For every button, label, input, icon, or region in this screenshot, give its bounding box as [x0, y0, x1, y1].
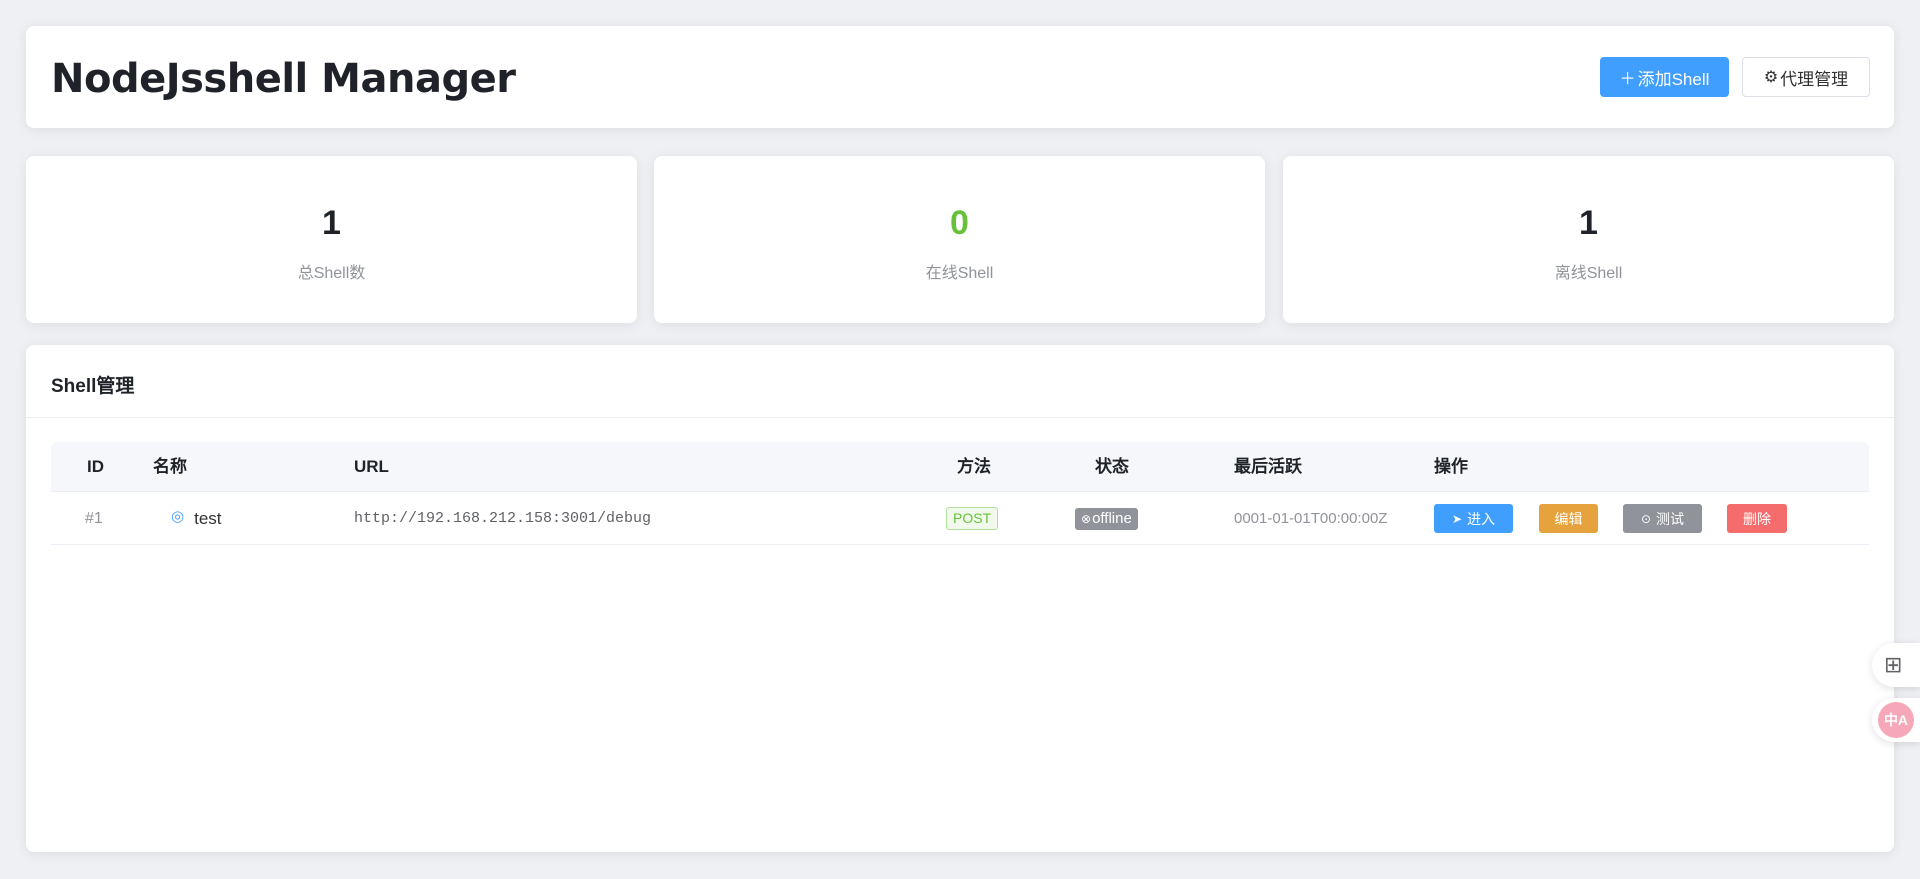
delete-button[interactable]: 删除: [1727, 504, 1787, 533]
status-badge: ⊗ offline: [1075, 507, 1138, 530]
delete-label: 删除: [1743, 510, 1771, 527]
stat-online-value: 0: [950, 204, 969, 242]
send-icon: ➤: [1451, 511, 1463, 526]
circle-x-icon: ⊗: [1081, 511, 1092, 526]
col-status: 状态: [1095, 457, 1129, 476]
stat-online-label: 在线Shell: [925, 265, 994, 282]
table-row: #1 ◎ test http://192.168.212.158:3001/de…: [51, 492, 1869, 545]
col-url: URL: [354, 457, 389, 476]
app-title: NodeJsshell Manager: [51, 56, 516, 102]
gear-icon: ⚙: [1763, 69, 1779, 86]
col-name: 名称: [153, 457, 187, 476]
translate-icon: 中A: [1878, 702, 1914, 738]
translate-float-button[interactable]: 中A: [1872, 698, 1920, 742]
apps-float-button[interactable]: ⊞: [1872, 643, 1920, 687]
row-status-cell: ⊗ offline: [1075, 492, 1138, 545]
stat-total-value: 1: [322, 204, 341, 242]
col-actions: 操作: [1434, 457, 1468, 476]
panel-divider: [26, 417, 1894, 418]
shell-table: ID 名称 URL 方法 状态 最后活跃 操作 #1 ◎ test http:/…: [51, 442, 1869, 545]
stat-online-card: 0 在线Shell: [654, 156, 1265, 323]
test-label: 测试: [1656, 510, 1685, 527]
panel-title: Shell管理: [51, 376, 135, 397]
row-id: #1: [85, 509, 103, 527]
shell-management-panel: Shell管理 ID 名称 URL 方法 状态 最后活跃 操作 #1 ◎ tes…: [26, 345, 1894, 852]
proxy-manage-label: 代理管理: [1780, 69, 1849, 89]
test-button[interactable]: ⊙ 测试: [1623, 504, 1702, 533]
play-circle-icon: ⊙: [1640, 511, 1652, 526]
header-card: NodeJsshell Manager ＋ 添加Shell ⚙ 代理管理: [26, 26, 1894, 128]
row-method-cell: POST: [946, 492, 999, 545]
col-method: 方法: [957, 457, 991, 476]
add-shell-button[interactable]: ＋ 添加Shell: [1600, 57, 1729, 97]
row-url: http://192.168.212.158:3001/debug: [354, 510, 652, 527]
row-name-cell: ◎ test: [171, 492, 222, 545]
apps-icon: ⊞: [1884, 652, 1903, 677]
col-id: ID: [87, 457, 104, 476]
proxy-manage-button[interactable]: ⚙ 代理管理: [1742, 57, 1870, 97]
stat-offline-card: 1 离线Shell: [1283, 156, 1894, 323]
plus-icon: ＋: [1619, 71, 1636, 88]
edit-label: 编辑: [1554, 510, 1583, 527]
method-tag: POST: [946, 507, 999, 530]
chat-icon: ◎: [171, 507, 185, 525]
enter-label: 进入: [1467, 510, 1496, 527]
add-shell-label: 添加Shell: [1637, 69, 1710, 89]
row-last-active: 0001-01-01T00:00:00Z: [1234, 510, 1388, 527]
stat-offline-label: 离线Shell: [1554, 265, 1623, 282]
status-text: offline: [1092, 509, 1132, 527]
stat-total-label: 总Shell数: [297, 265, 366, 282]
edit-button[interactable]: 编辑: [1539, 504, 1598, 533]
col-last-active: 最后活跃: [1234, 457, 1302, 476]
row-name: test: [194, 508, 222, 528]
stat-total-card: 1 总Shell数: [26, 156, 637, 323]
table-header: ID 名称 URL 方法 状态 最后活跃 操作: [51, 442, 1869, 492]
enter-button[interactable]: ➤ 进入: [1434, 504, 1513, 533]
stat-offline-value: 1: [1579, 204, 1598, 242]
